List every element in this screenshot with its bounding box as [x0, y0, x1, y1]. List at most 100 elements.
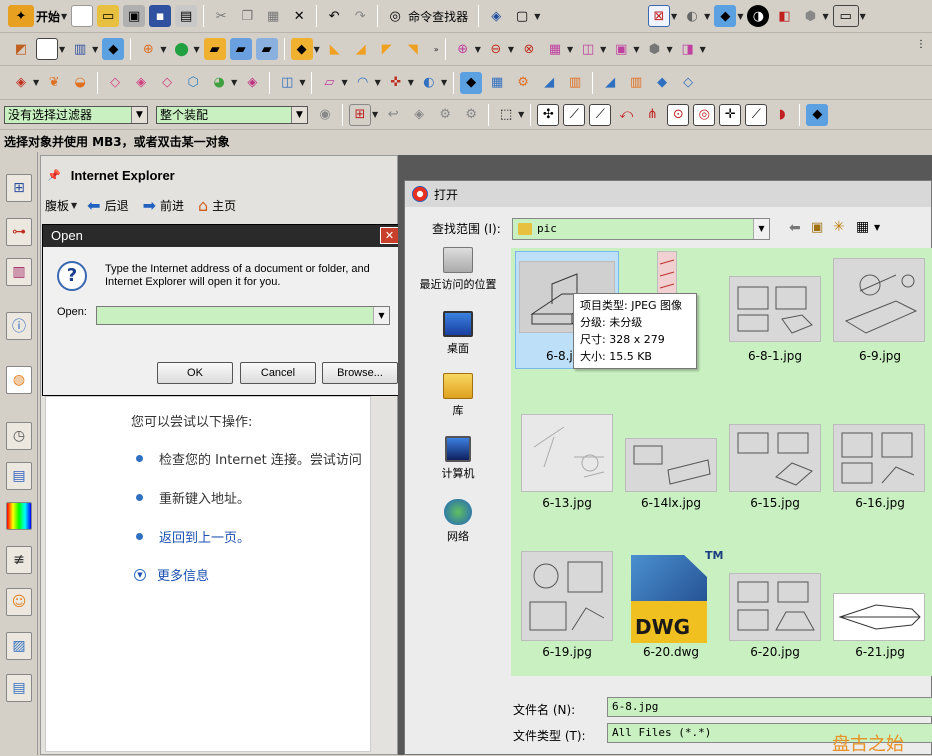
deselect-icon[interactable]: ⚙ — [434, 104, 456, 126]
file-thumbnail[interactable] — [729, 276, 821, 342]
chevron-down-icon[interactable]: ▼ — [59, 45, 65, 54]
background-icon[interactable]: ◑ — [747, 5, 770, 27]
view-menu-icon[interactable]: ▦ — [856, 219, 869, 235]
file-name[interactable]: 6-9.jpg — [820, 349, 932, 363]
history-icon[interactable]: ◷ — [6, 422, 32, 450]
browse-button[interactable]: Browse... — [322, 362, 398, 384]
sequence-icon[interactable]: ▥ — [625, 72, 647, 94]
chevron-down-icon[interactable]: ▼ — [231, 78, 237, 87]
place-desktop[interactable]: 桌面 — [405, 311, 511, 356]
reflection-icon[interactable]: ◐ — [418, 72, 440, 94]
redo-icon[interactable]: ↷ — [349, 5, 371, 27]
assembly-scope-dropdown[interactable]: 整个装配 ▼ — [156, 106, 308, 124]
chevron-down-icon[interactable]: ▼ — [822, 12, 828, 21]
chamfer-icon[interactable]: ◣ — [324, 38, 346, 60]
save-icon[interactable]: ▪ — [149, 5, 172, 27]
copy-icon[interactable]: ❐ — [236, 5, 258, 27]
chevron-down-icon[interactable]: ▼ — [291, 107, 307, 123]
chevron-down-icon[interactable]: ▼ — [600, 45, 606, 54]
datum-plane-icon[interactable] — [36, 38, 58, 60]
chevron-down-icon[interactable]: ▼ — [666, 45, 672, 54]
unite-icon[interactable]: ⊕ — [452, 38, 474, 60]
section-curve-icon[interactable]: ◫ — [276, 72, 298, 94]
chevron-down-icon[interactable]: ▼ — [375, 78, 381, 87]
window-layout-icon[interactable]: ▭ — [832, 5, 859, 27]
delete-icon[interactable]: ✕ — [288, 5, 310, 27]
filename-input[interactable]: 6-8.jpg — [607, 697, 932, 717]
file-name[interactable]: 6-13.jpg — [507, 496, 627, 510]
chevron-down-icon[interactable]: ▼ — [299, 78, 305, 87]
selection-scope-icon[interactable]: ◉ — [314, 104, 336, 126]
reuse-library-icon[interactable]: ⓘ — [6, 312, 32, 340]
sew-icon[interactable]: ◕ — [208, 72, 230, 94]
orient-view-icon[interactable]: ◆ — [714, 5, 737, 27]
snap-point-icon[interactable]: ✣ — [537, 103, 560, 126]
new-file-icon[interactable] — [71, 5, 94, 27]
system-materials-icon[interactable]: ▤ — [6, 462, 32, 490]
file-thumbnail[interactable] — [521, 414, 613, 492]
chevron-down-icon[interactable]: ▼ — [704, 12, 710, 21]
trim-body-icon[interactable]: ◥ — [402, 38, 424, 60]
clearance-icon[interactable]: ◇ — [677, 72, 699, 94]
wave-icon[interactable]: ◆ — [651, 72, 673, 94]
render-style-icon[interactable]: ◐ — [681, 5, 703, 27]
pin-icon[interactable]: 📌 — [47, 169, 61, 182]
shell-icon[interactable]: ◢ — [350, 38, 372, 60]
chevron-down-icon[interactable]: ▼ — [71, 201, 77, 210]
home-button[interactable]: 主页 — [212, 197, 236, 214]
up-folder-icon[interactable]: ▣ — [811, 220, 823, 235]
lasso-icon[interactable]: ◈ — [408, 104, 430, 126]
process-studio-icon[interactable]: ≢ — [6, 546, 32, 574]
chevron-down-icon[interactable]: ▼ — [314, 45, 320, 54]
reposition-icon[interactable]: ▥ — [564, 72, 586, 94]
control-point-icon[interactable]: ⤺ — [615, 104, 637, 126]
mirror-icon[interactable]: ◫ — [577, 38, 599, 60]
file-thumbnail[interactable] — [833, 593, 925, 641]
palette-icon[interactable]: ▤ — [6, 674, 32, 702]
chevron-down-icon[interactable]: ▼ — [373, 307, 389, 324]
command-finder-button[interactable]: 命令查找器 — [408, 8, 468, 25]
chevron-down-icon[interactable]: ▼ — [874, 223, 880, 232]
hole-icon[interactable]: ⊕ — [137, 38, 159, 60]
pattern-icon[interactable]: ▦ — [544, 38, 566, 60]
file-thumbnail[interactable] — [833, 424, 925, 492]
cut-icon[interactable]: ✂ — [210, 5, 232, 27]
selection-filter-dropdown[interactable]: 没有选择过滤器 ▼ — [4, 106, 148, 124]
start-menu-button[interactable]: 开始 — [36, 8, 60, 25]
visualization-icon[interactable] — [6, 502, 32, 530]
surface-point-icon[interactable]: ◈ — [10, 72, 32, 94]
file-name[interactable]: 6-20.dwg — [611, 645, 731, 659]
replace-face-icon[interactable]: ◨ — [677, 38, 699, 60]
edit-section-icon[interactable]: ⬢ — [799, 5, 821, 27]
subtract-icon[interactable]: ⊖ — [485, 38, 507, 60]
exploded-view-icon[interactable]: ◢ — [599, 72, 621, 94]
pocket-icon[interactable]: ▰ — [229, 38, 252, 60]
rectangle-select-icon[interactable]: ⬚ — [495, 104, 517, 126]
chevron-down-icon[interactable]: ▼ — [518, 110, 524, 119]
file-name[interactable]: 6-20.jpg — [715, 645, 835, 659]
close-icon[interactable]: ✕ — [380, 227, 399, 244]
window-icon[interactable]: ▢ — [511, 5, 533, 27]
file-thumbnail[interactable] — [833, 258, 925, 342]
arc-center-icon[interactable]: ⊙ — [667, 103, 690, 126]
chevron-down-icon[interactable]: ▼ — [753, 219, 769, 239]
home-icon[interactable]: ⌂ — [198, 196, 208, 215]
chevron-down-icon[interactable]: ▼ — [737, 12, 743, 21]
chevron-down-icon[interactable]: ▼ — [475, 45, 481, 54]
toolbar-gripper-icon[interactable]: ⋮ — [916, 39, 926, 50]
file-thumbnail[interactable] — [625, 438, 717, 492]
chevron-down-icon[interactable]: ▼ — [567, 45, 573, 54]
paste-icon[interactable]: ▦ — [262, 5, 284, 27]
trim-sheet-icon[interactable]: ◈ — [130, 72, 152, 94]
undo-icon[interactable]: ↶ — [323, 5, 345, 27]
chevron-down-icon[interactable]: ▼ — [131, 107, 147, 123]
dwg-file-icon[interactable]: DWG TM — [625, 549, 723, 645]
file-thumbnail[interactable] — [729, 424, 821, 492]
go-back-link[interactable]: 返回到上一页。 — [159, 527, 250, 546]
cancel-button[interactable]: Cancel — [240, 362, 316, 384]
snap-icon[interactable]: ◈ — [485, 5, 507, 27]
open-address-input[interactable]: ▼ — [96, 306, 390, 325]
file-thumbnail[interactable] — [729, 573, 821, 641]
offset-icon[interactable]: ▣ — [610, 38, 632, 60]
sketch-icon[interactable]: ◩ — [10, 38, 32, 60]
